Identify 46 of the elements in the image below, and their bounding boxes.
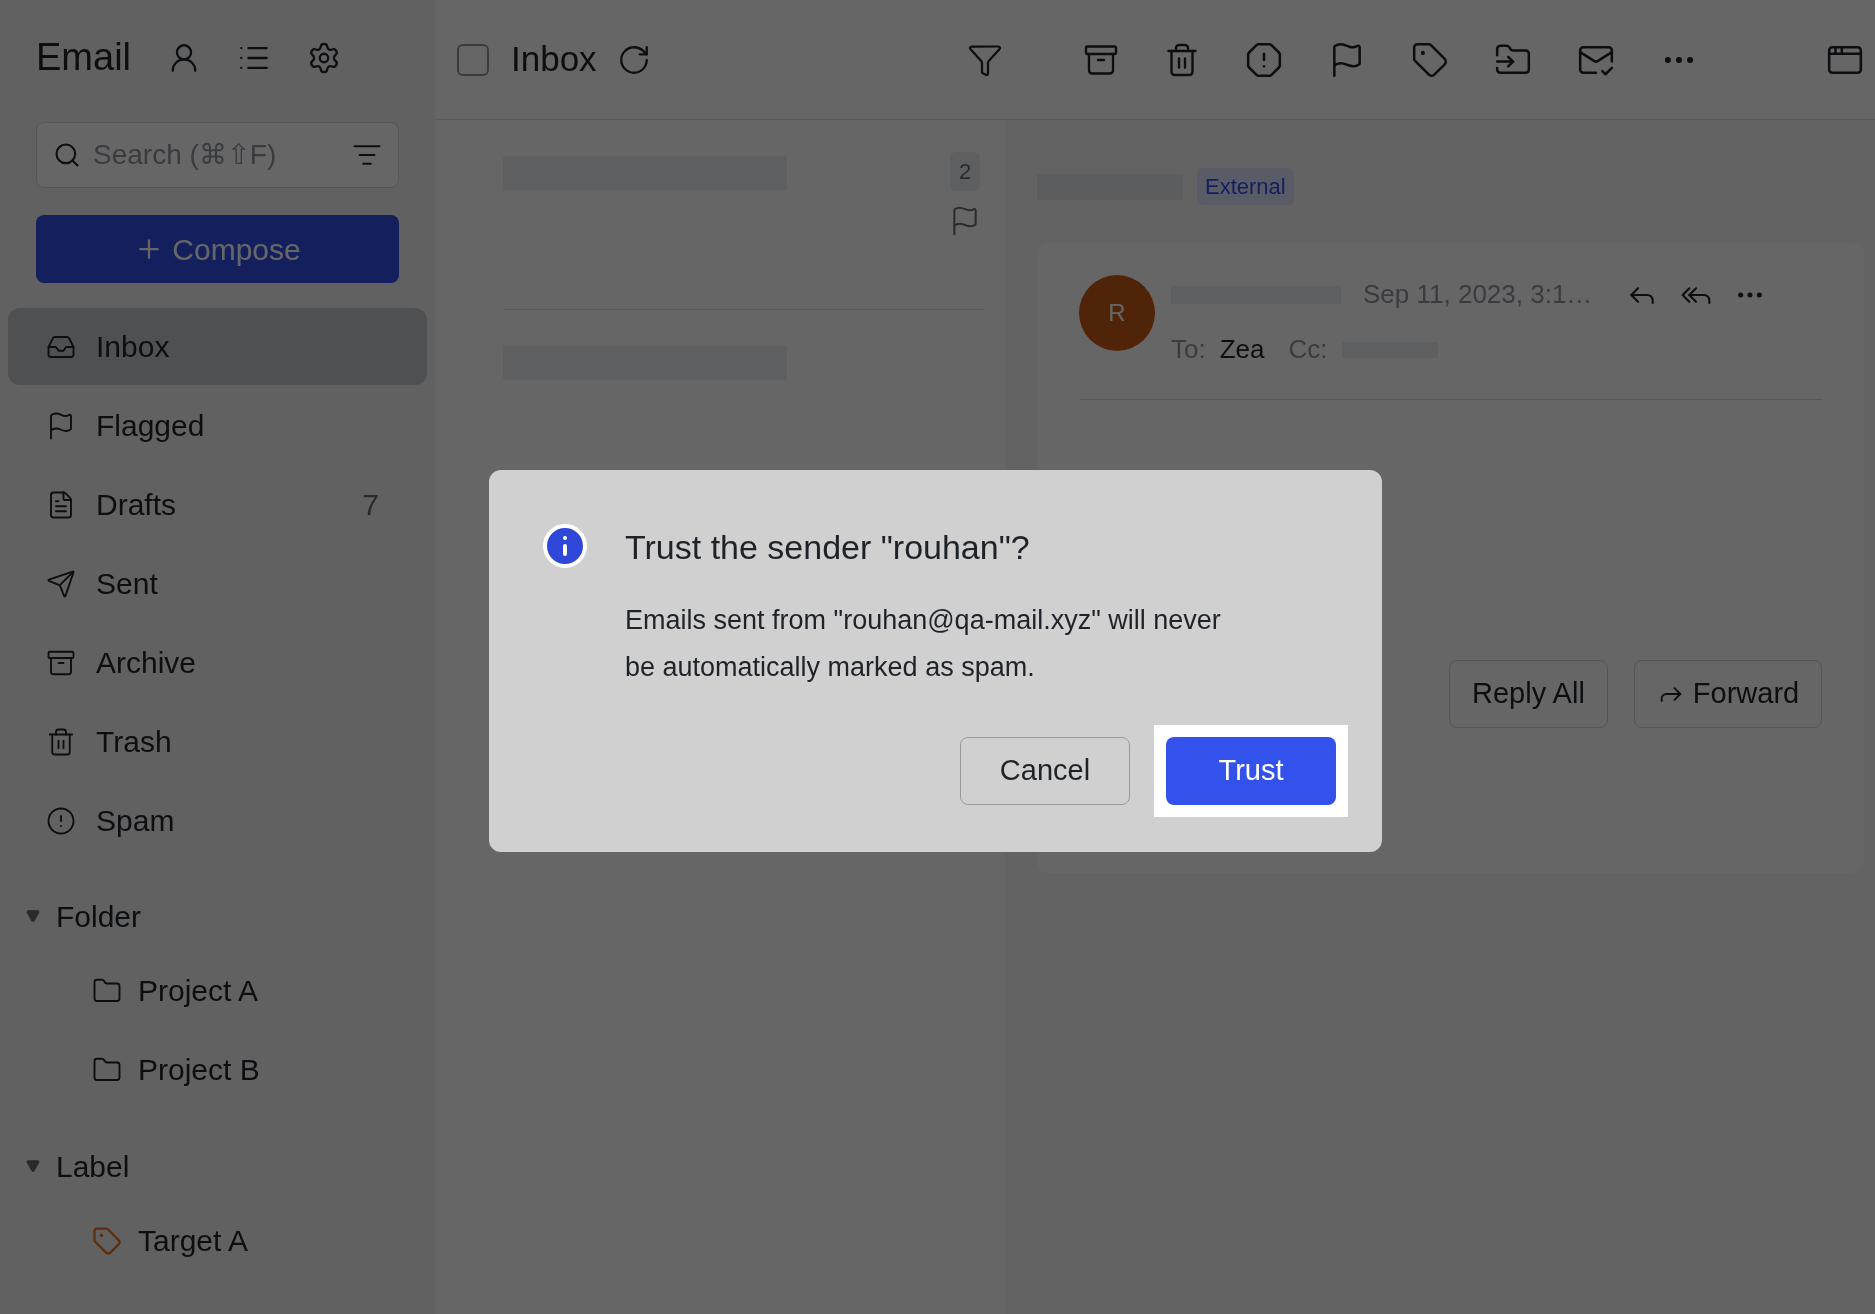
alert-icon[interactable] xyxy=(1244,40,1283,79)
tree-label: Project A xyxy=(138,973,259,1009)
section-header[interactable]: Label xyxy=(12,1131,423,1201)
select-all-checkbox[interactable] xyxy=(457,43,489,76)
nav-item[interactable]: Inbox xyxy=(8,308,427,385)
section-label: Label xyxy=(56,1148,130,1185)
recipient-name: Zea xyxy=(1219,333,1265,366)
app-title: Email xyxy=(36,35,132,80)
nav-label: Flagged xyxy=(96,408,206,444)
nav-label: Spam xyxy=(96,803,176,839)
section-header[interactable]: Folder xyxy=(12,881,423,951)
trust-button[interactable]: Trust xyxy=(1166,737,1336,805)
trash-icon xyxy=(46,726,76,757)
nav-item[interactable]: Drafts 7 xyxy=(8,466,427,543)
avatar: R xyxy=(1079,275,1155,351)
send-icon xyxy=(46,568,76,599)
info-icon xyxy=(541,522,589,570)
nav-label: Archive xyxy=(96,645,198,681)
dialog-title: Trust the sender "rouhan"? xyxy=(625,527,1031,568)
item-count: 7 xyxy=(362,487,379,523)
external-tag: External xyxy=(1197,168,1294,205)
nav-label: Inbox xyxy=(96,329,171,365)
folder-title: Inbox xyxy=(511,38,597,81)
message-action-button[interactable]: Reply All xyxy=(1449,660,1608,728)
tree-label: Project B xyxy=(138,1052,260,1088)
search-icon xyxy=(53,141,81,169)
message-action-button[interactable]: Forward xyxy=(1633,660,1823,728)
tree-item[interactable]: Project A xyxy=(12,951,423,1030)
nav-label: Drafts xyxy=(96,487,177,523)
nav-item[interactable]: Spam xyxy=(8,782,427,859)
compose-button[interactable]: Compose xyxy=(36,215,399,283)
tree-label: Target A xyxy=(138,1223,249,1259)
nav-item[interactable]: Flagged xyxy=(8,387,427,464)
alert-icon xyxy=(46,805,76,836)
tree-item[interactable]: Target A xyxy=(12,1201,423,1280)
tree-item[interactable]: Project B xyxy=(12,1030,423,1109)
tag-icon xyxy=(92,1225,122,1256)
nav-item[interactable]: Trash xyxy=(8,703,427,780)
section-label: Folder xyxy=(56,898,142,935)
nav-label: Sent xyxy=(96,566,159,602)
nav-item[interactable]: Archive xyxy=(8,624,427,701)
nav-item[interactable]: Sent xyxy=(8,545,427,622)
cancel-button[interactable]: Cancel xyxy=(960,737,1130,805)
nav-label: Trash xyxy=(96,724,173,760)
tag-icon[interactable] xyxy=(1410,40,1449,79)
dialog-message: Emails sent from "rouhan@qa-mail.xyz" will never be automatically marked as spam. xyxy=(625,604,1222,684)
